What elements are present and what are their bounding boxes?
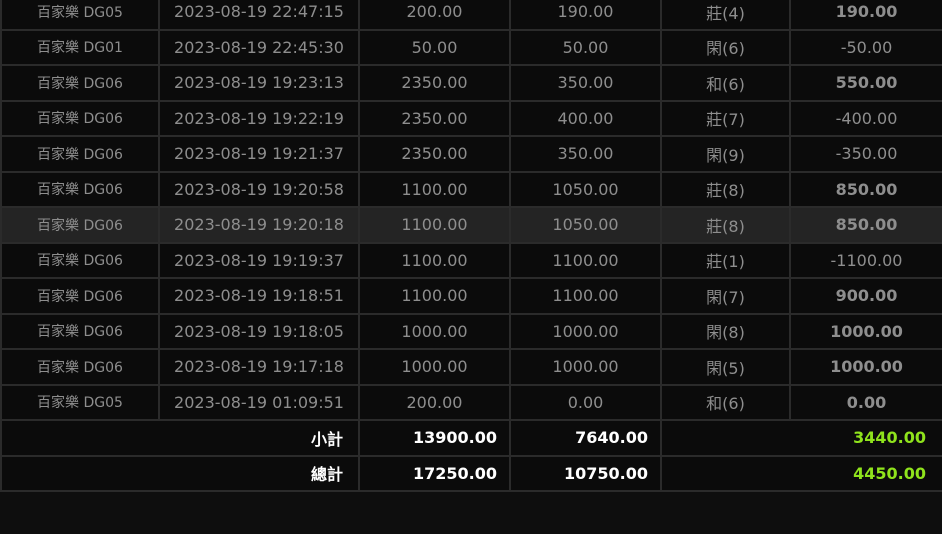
result-cell: 莊(1) xyxy=(660,241,791,279)
result-cell: 和(6) xyxy=(660,64,791,102)
summary-rows: 小計 13900.00 7640.00 3440.00 總計 17250.00 … xyxy=(0,419,942,492)
valid-bet-cell: 190.00 xyxy=(509,0,662,31)
game-cell: 百家樂 DG06 xyxy=(0,99,160,137)
bet-time-cell: 2023-08-19 19:21:37 xyxy=(158,135,360,173)
subtotal-bet: 13900.00 xyxy=(358,419,511,457)
valid-bet-cell: 350.00 xyxy=(509,64,662,102)
game-cell: 百家樂 DG06 xyxy=(0,312,160,350)
profit-loss-cell: -1100.00 xyxy=(789,241,942,279)
game-cell: 百家樂 DG06 xyxy=(0,64,160,102)
profit-loss-cell: 900.00 xyxy=(789,277,942,315)
bet-amount-cell: 2350.00 xyxy=(358,64,511,102)
valid-bet-cell: 1050.00 xyxy=(509,206,662,244)
valid-bet-cell: 0.00 xyxy=(509,383,662,421)
profit-loss-cell: 850.00 xyxy=(789,206,942,244)
valid-bet-cell: 1050.00 xyxy=(509,170,662,208)
table-row[interactable]: 百家樂 DG01 2023-08-19 22:45:30 50.00 50.00 閑(6… xyxy=(0,28,942,66)
bet-history-panel: 百家樂 DG05 2023-08-19 22:47:15 200.00 190.00 莊… xyxy=(0,0,942,534)
bet-amount-cell: 200.00 xyxy=(358,0,511,31)
valid-bet-cell: 1000.00 xyxy=(509,348,662,386)
profit-loss-cell: 850.00 xyxy=(789,170,942,208)
bet-rows: 百家樂 DG05 2023-08-19 22:47:15 200.00 190.00 莊… xyxy=(0,0,942,421)
total-row: 總計 17250.00 10750.00 4450.00 xyxy=(0,454,942,492)
bet-time-cell: 2023-08-19 19:18:05 xyxy=(158,312,360,350)
result-cell: 閑(8) xyxy=(660,312,791,350)
game-cell: 百家樂 DG05 xyxy=(0,383,160,421)
game-cell: 百家樂 DG06 xyxy=(0,170,160,208)
profit-loss-cell: 0.00 xyxy=(789,383,942,421)
bet-time-cell: 2023-08-19 19:17:18 xyxy=(158,348,360,386)
result-cell: 閑(9) xyxy=(660,135,791,173)
total-profit: 4450.00 xyxy=(660,454,942,492)
bet-time-cell: 2023-08-19 19:22:19 xyxy=(158,99,360,137)
table-row[interactable]: 百家樂 DG06 2023-08-19 19:17:18 1000.00 1000.0… xyxy=(0,348,942,386)
game-cell: 百家樂 DG06 xyxy=(0,277,160,315)
bet-time-cell: 2023-08-19 01:09:51 xyxy=(158,383,360,421)
table-row[interactable]: 百家樂 DG06 2023-08-19 19:22:19 2350.00 400.00… xyxy=(0,99,942,137)
bet-amount-cell: 1100.00 xyxy=(358,241,511,279)
result-cell: 閑(5) xyxy=(660,348,791,386)
game-cell: 百家樂 DG01 xyxy=(0,28,160,66)
table-row[interactable]: 百家樂 DG05 2023-08-19 01:09:51 200.00 0.00 和(6… xyxy=(0,383,942,421)
bet-time-cell: 2023-08-19 19:19:37 xyxy=(158,241,360,279)
table-row[interactable]: 百家樂 DG05 2023-08-19 22:47:15 200.00 190.00 莊… xyxy=(0,0,942,31)
bet-amount-cell: 200.00 xyxy=(358,383,511,421)
total-label: 總計 xyxy=(0,454,360,492)
result-cell: 莊(8) xyxy=(660,206,791,244)
bet-time-cell: 2023-08-19 19:18:51 xyxy=(158,277,360,315)
table-row[interactable]: 百家樂 DG06 2023-08-19 19:23:13 2350.00 350.00… xyxy=(0,64,942,102)
table-row[interactable]: 百家樂 DG06 2023-08-19 19:19:37 1100.00 1100.0… xyxy=(0,241,942,279)
game-cell: 百家樂 DG06 xyxy=(0,135,160,173)
game-cell: 百家樂 DG06 xyxy=(0,241,160,279)
valid-bet-cell: 50.00 xyxy=(509,28,662,66)
game-cell: 百家樂 DG06 xyxy=(0,348,160,386)
profit-loss-cell: 1000.00 xyxy=(789,348,942,386)
bet-amount-cell: 1000.00 xyxy=(358,348,511,386)
bet-amount-cell: 50.00 xyxy=(358,28,511,66)
profit-loss-cell: 190.00 xyxy=(789,0,942,31)
bet-time-cell: 2023-08-19 22:47:15 xyxy=(158,0,360,31)
table-row[interactable]: 百家樂 DG06 2023-08-19 19:20:58 1100.00 1050.0… xyxy=(0,170,942,208)
bet-amount-cell: 2350.00 xyxy=(358,99,511,137)
bet-time-cell: 2023-08-19 19:20:58 xyxy=(158,170,360,208)
bet-time-cell: 2023-08-19 19:20:18 xyxy=(158,206,360,244)
bet-time-cell: 2023-08-19 19:23:13 xyxy=(158,64,360,102)
subtotal-valid: 7640.00 xyxy=(509,419,662,457)
subtotal-label: 小計 xyxy=(0,419,360,457)
result-cell: 閑(6) xyxy=(660,28,791,66)
bet-time-cell: 2023-08-19 22:45:30 xyxy=(158,28,360,66)
result-cell: 莊(8) xyxy=(660,170,791,208)
valid-bet-cell: 1100.00 xyxy=(509,241,662,279)
game-cell: 百家樂 DG05 xyxy=(0,0,160,31)
total-bet: 17250.00 xyxy=(358,454,511,492)
bet-history-table: 百家樂 DG05 2023-08-19 22:47:15 200.00 190.00 莊… xyxy=(0,0,942,492)
valid-bet-cell: 1000.00 xyxy=(509,312,662,350)
game-cell: 百家樂 DG06 xyxy=(0,206,160,244)
subtotal-row: 小計 13900.00 7640.00 3440.00 xyxy=(0,419,942,457)
result-cell: 閑(7) xyxy=(660,277,791,315)
profit-loss-cell: -50.00 xyxy=(789,28,942,66)
profit-loss-cell: -350.00 xyxy=(789,135,942,173)
valid-bet-cell: 1100.00 xyxy=(509,277,662,315)
table-row[interactable]: 百家樂 DG06 2023-08-19 19:18:05 1000.00 1000.0… xyxy=(0,312,942,350)
valid-bet-cell: 350.00 xyxy=(509,135,662,173)
bet-amount-cell: 2350.00 xyxy=(358,135,511,173)
table-row[interactable]: 百家樂 DG06 2023-08-19 19:20:18 1100.00 1050.0… xyxy=(0,206,942,244)
profit-loss-cell: 550.00 xyxy=(789,64,942,102)
profit-loss-cell: 1000.00 xyxy=(789,312,942,350)
profit-loss-cell: -400.00 xyxy=(789,99,942,137)
result-cell: 莊(4) xyxy=(660,0,791,31)
valid-bet-cell: 400.00 xyxy=(509,99,662,137)
bet-amount-cell: 1000.00 xyxy=(358,312,511,350)
subtotal-profit: 3440.00 xyxy=(660,419,942,457)
bet-amount-cell: 1100.00 xyxy=(358,206,511,244)
bet-amount-cell: 1100.00 xyxy=(358,277,511,315)
table-row[interactable]: 百家樂 DG06 2023-08-19 19:18:51 1100.00 1100.0… xyxy=(0,277,942,315)
bet-amount-cell: 1100.00 xyxy=(358,170,511,208)
result-cell: 莊(7) xyxy=(660,99,791,137)
total-valid: 10750.00 xyxy=(509,454,662,492)
table-row[interactable]: 百家樂 DG06 2023-08-19 19:21:37 2350.00 350.00… xyxy=(0,135,942,173)
result-cell: 和(6) xyxy=(660,383,791,421)
